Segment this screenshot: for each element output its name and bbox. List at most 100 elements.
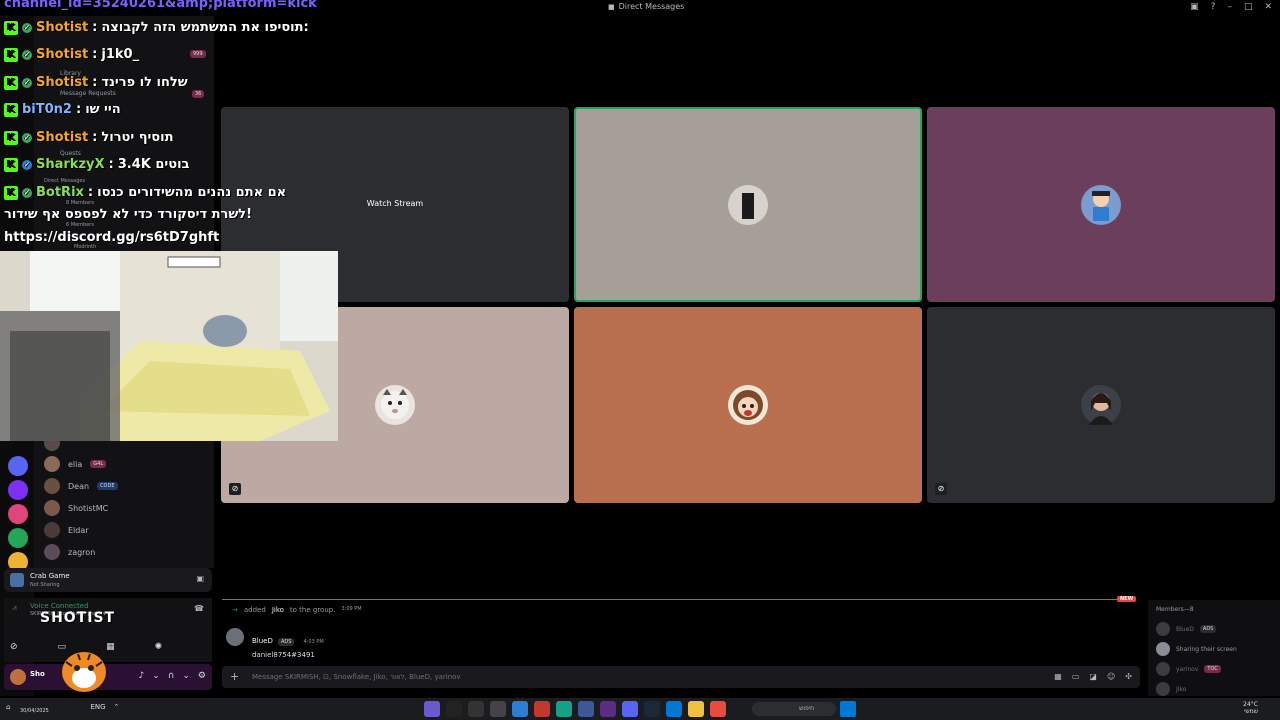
video-tile[interactable] (574, 307, 922, 503)
member-row[interactable]: yarinov TOC (1156, 662, 1221, 676)
app-icon[interactable] (512, 701, 528, 717)
chat-text: 3.4K בוטים (117, 157, 190, 172)
gif-icon[interactable]: ▭ (1072, 672, 1080, 681)
taskbar-search[interactable]: חיפוש (752, 702, 836, 716)
signal-icon[interactable]: ⩘ (12, 603, 17, 613)
dm-item[interactable]: Eldar (44, 521, 89, 539)
message-input[interactable]: Message SKIRMISH, ⊡, Snowflake, Jiko, לא… (252, 673, 461, 681)
dm-item-label: Eldar (68, 525, 89, 535)
system-message-action: added (243, 606, 266, 614)
members-panel: Members—8 BlueD ADS Sharing their screen… (1148, 600, 1280, 696)
chat-username: Shotist (36, 47, 89, 62)
app-icon[interactable] (424, 701, 440, 717)
message-requests-link[interactable]: Message Requests (60, 90, 116, 97)
member-row[interactable]: Jiko (1156, 682, 1186, 696)
taskbar: ⌂ ENG ⌃ 30/04/2025 חיפוש 24°C שמשי (0, 698, 1280, 720)
weather-temp: 24°C (1243, 701, 1258, 708)
close-button[interactable]: ✕ (1264, 2, 1272, 12)
disconnect-icon[interactable]: ☎ (194, 604, 204, 613)
server-icon[interactable] (8, 480, 28, 500)
dm-item[interactable]: elia G4L (44, 455, 107, 473)
tiger-mascot-icon (62, 652, 106, 692)
app-icon[interactable] (534, 701, 550, 717)
chat-message: K ✓ SharkzyX: 3.4K בוטים (4, 157, 189, 172)
gift-icon[interactable]: ▦ (1054, 672, 1062, 681)
chat-username: SharkzyX (36, 157, 105, 172)
help-icon[interactable]: ? (1211, 2, 1216, 12)
user-tag: CODE (97, 482, 118, 490)
chat-message: K ✓ BotRix: אם אתם נהנים מהשידורים כנסו (4, 185, 286, 200)
voice-status[interactable]: Voice Connected (30, 602, 89, 610)
soundboard-icon[interactable]: ✺ (155, 642, 163, 652)
app-icon[interactable] (556, 701, 572, 717)
server-icon[interactable] (8, 504, 28, 524)
avatar[interactable] (226, 628, 244, 646)
chevron-down-icon[interactable]: ⌄ (152, 671, 160, 681)
app-icon[interactable] (710, 701, 726, 717)
member-row[interactable]: BlueD ADS (1156, 622, 1217, 636)
watch-stream-button[interactable]: Watch Stream (363, 195, 427, 213)
video-tile[interactable]: ⊘ (927, 307, 1275, 503)
dm-item[interactable]: zagron (44, 543, 95, 561)
language-indicator[interactable]: ENG (90, 703, 105, 711)
video-tile[interactable] (574, 107, 922, 302)
video-tile[interactable] (927, 107, 1275, 302)
share-screen-icon[interactable]: ▣ (196, 574, 204, 583)
activity-panel[interactable]: Crab Game Not Sharing ▣ (4, 568, 212, 592)
system-message: → added Jiko to the group. 3:09 PM (232, 606, 362, 614)
chevron-up-icon[interactable]: ⌃ (114, 703, 120, 711)
app-icon[interactable] (490, 701, 506, 717)
apps-icon[interactable]: ✣ (1125, 672, 1132, 681)
message-body: daniel8754#3491 (252, 651, 315, 659)
chat-link[interactable]: https://discord.gg/rs6tD7ghft (4, 230, 219, 245)
headphones-icon[interactable]: ∩ (168, 671, 175, 681)
chat-text: לשרת דיסקורד כדי לא לפספס אף שידור! (4, 207, 252, 222)
chat-username: Shotist (36, 75, 89, 90)
quests-link[interactable]: Quests (60, 150, 81, 157)
system-message-target[interactable]: Jiko (272, 606, 284, 614)
app-icon[interactable] (468, 701, 484, 717)
app-icon[interactable] (666, 701, 682, 717)
app-icon[interactable] (644, 701, 660, 717)
new-messages-divider (222, 599, 1134, 600)
chat-username: Shotist (36, 130, 89, 145)
app-icon[interactable] (578, 701, 594, 717)
dm-item-label: ShotistMC (68, 503, 109, 513)
chat-text: אם אתם נהנים מהשידורים כנסו (97, 185, 287, 200)
members-header: Members—8 (1156, 606, 1194, 613)
app-icon[interactable] (446, 701, 462, 717)
tray-icon[interactable]: ⌂ (6, 703, 10, 711)
member-row[interactable]: Sharing their screen (1156, 642, 1237, 656)
member-name: yarinov (1176, 665, 1199, 673)
server-icon[interactable] (8, 528, 28, 548)
username[interactable]: Sho (30, 670, 45, 678)
kick-icon: K (4, 47, 18, 62)
camera-off-icon[interactable]: ⊘ (10, 642, 18, 652)
weather-widget[interactable]: 24°C שמשי (1243, 701, 1258, 715)
chevron-down-icon[interactable]: ⌄ (182, 671, 190, 681)
sticker-icon[interactable]: ◪ (1089, 672, 1097, 681)
dm-item[interactable]: ShotistMC (44, 499, 108, 517)
verified-icon: ✓ (22, 187, 32, 198)
microphone-icon[interactable]: ♪ (138, 671, 144, 681)
minimize-button[interactable]: – (1227, 2, 1232, 12)
maximize-button[interactable]: □ (1244, 2, 1253, 12)
emoji-icon[interactable]: ☺ (1107, 672, 1115, 681)
gear-icon[interactable]: ⚙ (198, 671, 206, 681)
avatar[interactable] (10, 669, 26, 685)
message-author[interactable]: BlueD (252, 637, 273, 645)
dm-item-label: elia (68, 459, 83, 469)
app-icon[interactable] (622, 701, 638, 717)
start-icon[interactable] (840, 701, 856, 717)
game-icon (10, 573, 24, 587)
inbox-icon[interactable]: ▣ (1190, 2, 1199, 12)
dm-item[interactable]: Dean CODE (44, 477, 118, 495)
app-icon[interactable] (688, 701, 704, 717)
taskbar-apps (424, 701, 726, 717)
message-composer[interactable]: + Message SKIRMISH, ⊡, Snowflake, Jiko, … (222, 666, 1140, 688)
participant-avatar (1081, 385, 1121, 425)
participant-avatar (728, 184, 768, 225)
server-icon[interactable] (8, 456, 28, 476)
app-icon[interactable] (600, 701, 616, 717)
attach-plus-icon[interactable]: + (230, 670, 239, 683)
